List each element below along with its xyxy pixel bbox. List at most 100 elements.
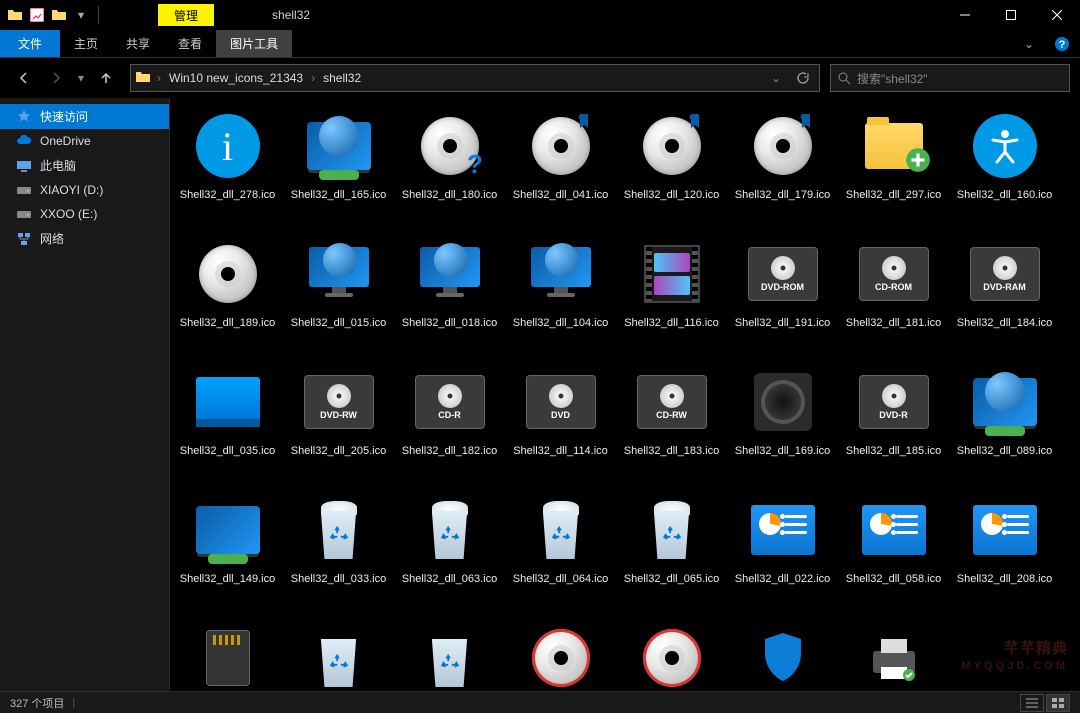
file-name-label: Shell32_dll_058.ico xyxy=(842,572,945,586)
globe-icon xyxy=(319,116,359,156)
file-item[interactable] xyxy=(394,616,505,691)
file-thumbnail xyxy=(632,618,712,691)
file-item[interactable]: Shell32_dll_089.ico xyxy=(949,360,1060,488)
home-tab[interactable]: 主页 xyxy=(60,30,112,57)
file-name-label: Shell32_dll_180.ico xyxy=(398,188,501,202)
file-item[interactable]: CD-RWShell32_dll_183.ico xyxy=(616,360,727,488)
file-item[interactable]: Shell32_dll_297.ico xyxy=(838,104,949,232)
back-button[interactable] xyxy=(10,64,38,92)
sidebar-item[interactable]: XIAOYI (D:) xyxy=(0,178,169,202)
sidebar-item[interactable]: OneDrive xyxy=(0,129,169,153)
file-item[interactable]: Shell32_dll_065.ico xyxy=(616,488,727,616)
pc-icon xyxy=(16,158,32,174)
file-item[interactable]: Shell32_dll_033.ico xyxy=(283,488,394,616)
file-item[interactable] xyxy=(838,616,949,691)
file-tab[interactable]: 文件 xyxy=(0,30,60,57)
ribbon-expand-icon[interactable]: ⌄ xyxy=(1014,30,1044,57)
file-item[interactable]: DVD-RWShell32_dll_205.ico xyxy=(283,360,394,488)
file-item[interactable]: Shell32_dll_035.ico xyxy=(172,360,283,488)
sidebar-item[interactable]: 快速访问 xyxy=(0,104,169,129)
breadcrumb-separator[interactable]: › xyxy=(309,71,317,85)
file-name-label: Shell32_dll_041.ico xyxy=(509,188,612,202)
file-item[interactable]: Shell32_dll_116.ico xyxy=(616,232,727,360)
file-thumbnail xyxy=(965,362,1045,442)
file-item[interactable]: Shell32_dll_018.ico xyxy=(394,232,505,360)
maximize-button[interactable] xyxy=(988,0,1034,30)
file-item[interactable]: Shell32_dll_041.ico xyxy=(505,104,616,232)
drive-icon xyxy=(16,182,32,198)
navigation-pane: 快速访问OneDrive 此电脑 XIAOYI (D:)XXOO (E:)网络 xyxy=(0,98,170,691)
file-item[interactable]: Shell32_dll_179.ico xyxy=(727,104,838,232)
file-thumbnail xyxy=(632,490,712,570)
file-item[interactable]: Shell32_dll_064.ico xyxy=(505,488,616,616)
picture-tools-tab[interactable]: 图片工具 xyxy=(216,30,292,57)
file-list[interactable]: iShell32_dll_278.icoShell32_dll_165.ico?… xyxy=(170,98,1080,691)
file-item[interactable] xyxy=(727,616,838,691)
file-thumbnail xyxy=(410,490,490,570)
file-thumbnail: DVD-RAM xyxy=(965,234,1045,314)
network-icon xyxy=(16,231,32,247)
minimize-button[interactable] xyxy=(942,0,988,30)
up-button[interactable] xyxy=(92,64,120,92)
close-button[interactable] xyxy=(1034,0,1080,30)
file-thumbnail xyxy=(299,490,379,570)
share-tab[interactable]: 共享 xyxy=(112,30,164,57)
file-item[interactable]: Shell32_dll_208.ico xyxy=(949,488,1060,616)
file-item[interactable]: Shell32_dll_063.ico xyxy=(394,488,505,616)
speaker-icon xyxy=(754,373,812,431)
qat-dropdown-icon[interactable]: ▾ xyxy=(72,6,90,24)
file-item[interactable]: DVD-RShell32_dll_185.ico xyxy=(838,360,949,488)
sidebar-item-label: 此电脑 xyxy=(40,157,76,174)
file-item[interactable]: DVD-ROMShell32_dll_191.ico xyxy=(727,232,838,360)
forward-button[interactable] xyxy=(42,64,70,92)
optical-drive-icon: DVD-RAM xyxy=(970,247,1040,301)
address-dropdown-icon[interactable]: ⌄ xyxy=(763,71,789,85)
file-item[interactable]: Shell32_dll_149.ico xyxy=(172,488,283,616)
file-name-label: Shell32_dll_089.ico xyxy=(953,444,1056,458)
file-name-label: Shell32_dll_114.ico xyxy=(509,444,612,458)
file-item[interactable]: CD-ROMShell32_dll_181.ico xyxy=(838,232,949,360)
file-item[interactable]: Shell32_dll_169.ico xyxy=(727,360,838,488)
properties-icon[interactable] xyxy=(28,6,46,24)
file-item[interactable]: DVD-RAMShell32_dll_184.ico xyxy=(949,232,1060,360)
file-item[interactable]: Shell32_dll_120.ico xyxy=(616,104,727,232)
help-button[interactable]: ? xyxy=(1044,30,1080,57)
details-view-button[interactable] xyxy=(1020,694,1044,712)
optical-drive-icon: DVD-RW xyxy=(304,375,374,429)
file-item[interactable]: Shell32_dll_022.ico xyxy=(727,488,838,616)
file-item[interactable]: ?Shell32_dll_180.ico xyxy=(394,104,505,232)
file-item[interactable]: Shell32_dll_189.ico xyxy=(172,232,283,360)
file-item[interactable] xyxy=(616,616,727,691)
sidebar-item[interactable]: 网络 xyxy=(0,226,169,251)
sidebar-item[interactable]: XXOO (E:) xyxy=(0,202,169,226)
breadcrumb-segment[interactable]: shell32 xyxy=(317,65,367,91)
file-name-label: Shell32_dll_181.ico xyxy=(842,316,945,330)
file-item[interactable]: Shell32_dll_165.ico xyxy=(283,104,394,232)
file-item[interactable] xyxy=(283,616,394,691)
recent-locations-button[interactable]: ▾ xyxy=(74,64,88,92)
refresh-button[interactable] xyxy=(789,71,815,85)
address-bar[interactable]: › Win10 new_icons_21343 › shell32 ⌄ xyxy=(130,64,820,92)
file-item[interactable]: Shell32_dll_058.ico xyxy=(838,488,949,616)
file-item[interactable]: DVDShell32_dll_114.ico xyxy=(505,360,616,488)
view-tab[interactable]: 查看 xyxy=(164,30,216,57)
recycle-bin-full-icon xyxy=(537,501,585,559)
file-item[interactable]: CD-RShell32_dll_182.ico xyxy=(394,360,505,488)
breadcrumb-segment[interactable]: Win10 new_icons_21343 xyxy=(163,65,309,91)
file-item[interactable]: Shell32_dll_104.ico xyxy=(505,232,616,360)
file-name-label: Shell32_dll_022.ico xyxy=(731,572,834,586)
file-name-label: Shell32_dll_015.ico xyxy=(287,316,390,330)
file-item[interactable] xyxy=(949,616,1060,691)
file-item[interactable]: iShell32_dll_278.ico xyxy=(172,104,283,232)
thumbnails-view-button[interactable] xyxy=(1046,694,1070,712)
sidebar-item[interactable]: 此电脑 xyxy=(0,153,169,178)
file-item[interactable]: Shell32_dll_015.ico xyxy=(283,232,394,360)
disc-icon xyxy=(199,245,257,303)
search-box[interactable]: 搜索"shell32" xyxy=(830,64,1070,92)
file-item[interactable]: Shell32_dll_160.ico xyxy=(949,104,1060,232)
file-name-label: Shell32_dll_278.ico xyxy=(176,188,279,202)
file-item[interactable] xyxy=(505,616,616,691)
file-name-label: Shell32_dll_208.ico xyxy=(953,572,1056,586)
file-item[interactable] xyxy=(172,616,283,691)
breadcrumb-separator[interactable]: › xyxy=(155,71,163,85)
